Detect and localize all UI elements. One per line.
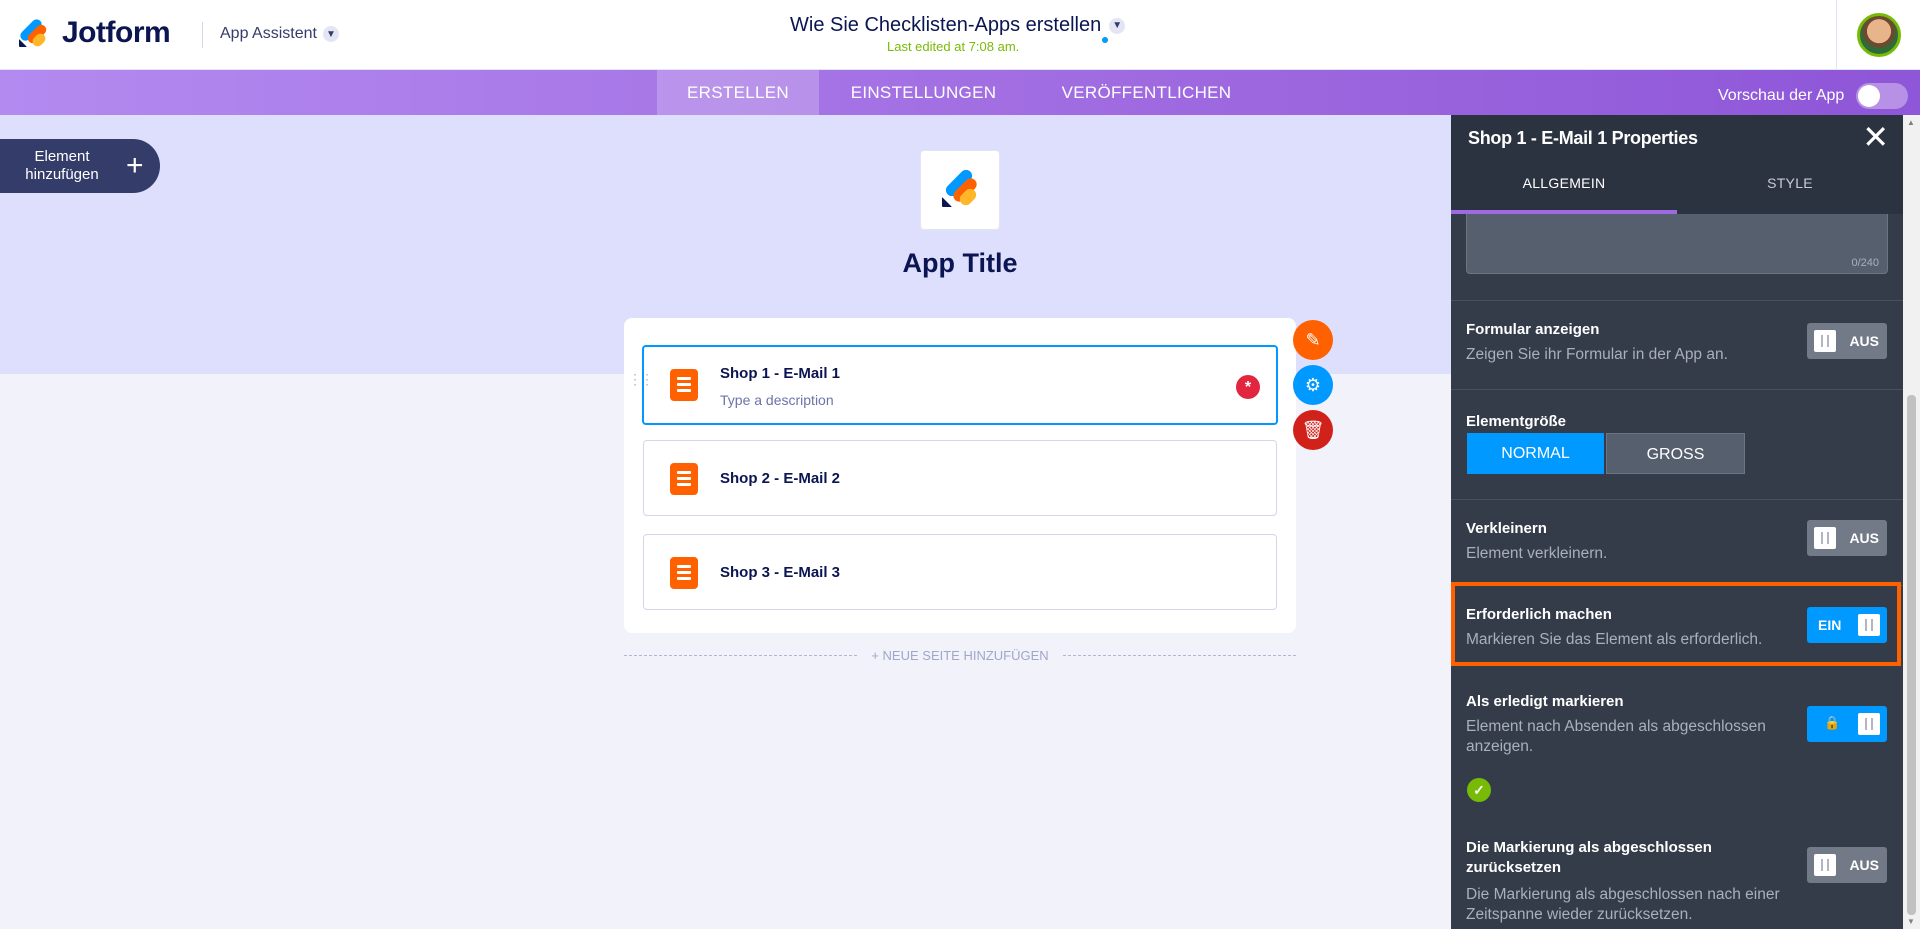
description-textarea[interactable]: 0/240 [1466,214,1888,274]
header-divider [202,22,203,48]
tab-style[interactable]: STYLE [1677,159,1903,214]
app-icon[interactable] [920,150,1000,230]
drag-handle-icon[interactable]: ⋮⋮ [628,372,654,386]
chevron-down-icon[interactable]: ▼ [1109,17,1126,34]
item-name: Shop 1 - E-Mail 1 [720,365,841,382]
form-icon [670,369,698,401]
item-name: Shop 3 - E-Mail 3 [720,564,841,581]
toggle-knob [1858,713,1880,735]
form-icon [670,463,698,495]
builder-nav: ERSTELLEN EINSTELLUNGEN VERÖFFENTLICHEN … [0,70,1920,115]
prop-description: Element nach Absenden als abgeschlossen … [1466,718,1766,755]
preview-switch[interactable] [1856,83,1909,109]
top-header: Jotform App Assistent ▼ Wie Sie Checklis… [0,0,1920,70]
scroll-up-icon[interactable]: ▲ [1907,118,1915,127]
shrink-toggle[interactable]: AUS [1807,520,1887,556]
tab-allgemein[interactable]: ALLGEMEIN [1451,159,1677,214]
panel-scrollbar[interactable]: ▲ ▼ [1903,115,1920,929]
prop-title: Verkleinern [1466,520,1547,537]
form-edit-icon: ✎ [1305,329,1321,350]
add-element-button[interactable]: Element hinzufügen + [0,139,160,193]
toggle-knob [1814,330,1836,352]
add-element-label: Element hinzufügen [25,148,99,183]
trash-icon: 🗑 [1301,419,1325,440]
app-page: Shop 1 - E-Mail 1 Type a description * S… [624,318,1296,633]
highlight-box [1451,582,1901,666]
app-title[interactable]: App Title [860,248,1060,279]
toggle-knob [1814,854,1836,876]
unsaved-indicator [1102,37,1108,43]
scroll-down-icon[interactable]: ▼ [1907,917,1915,926]
panel-tabs: ALLGEMEIN STYLE [1451,159,1903,214]
properties-button[interactable]: ⚙ [1293,365,1333,405]
size-gross-button[interactable]: GROSS [1606,433,1745,474]
user-menu[interactable] [1836,0,1920,70]
add-new-page[interactable]: + NEUE SEITE HINZUFÜGEN [624,648,1297,663]
item-name: Shop 2 - E-Mail 2 [720,470,841,487]
preview-label: Vorschau der App [1718,87,1845,104]
tab-erstellen[interactable]: ERSTELLEN [657,70,819,115]
edit-form-button[interactable]: ✎ [1293,320,1333,360]
jotform-logo[interactable]: Jotform [18,16,171,50]
size-normal-button[interactable]: NORMAL [1467,433,1604,474]
panel-title: Shop 1 - E-Mail 1 Properties [1468,128,1698,148]
check-icon: ✓ [1467,778,1491,802]
toggle-label: AUS [1849,333,1879,349]
avatar[interactable] [1856,13,1901,57]
prop-title: Die Markierung als abgeschlossen zurücks… [1466,839,1712,876]
reset-done-toggle[interactable]: AUS [1807,847,1887,883]
scroll-thumb[interactable] [1907,395,1916,915]
divider [624,655,858,656]
list-item[interactable]: Shop 1 - E-Mail 1 Type a description * [642,345,1278,425]
close-icon[interactable]: ✕ [1862,121,1889,153]
gear-icon: ⚙ [1304,374,1322,395]
add-new-page-label: + NEUE SEITE HINZUFÜGEN [871,648,1049,663]
plus-icon: + [126,149,144,182]
app-preview-toggle[interactable]: Vorschau der App [1718,83,1909,109]
prop-description: Element verkleinern. [1466,545,1608,562]
chevron-down-icon: ▼ [322,26,339,42]
form-icon [670,557,698,589]
last-edited-status: Last edited at 7:08 am. [887,39,1020,54]
prop-description: Zeigen Sie ihr Formular in der App an. [1466,346,1728,363]
document-title-text: Wie Sie Checklisten-Apps erstellen [790,14,1102,36]
list-item[interactable]: Shop 3 - E-Mail 3 [643,534,1277,610]
prop-description: Die Markierung als abgeschlossen nach ei… [1466,886,1780,923]
toggle-label: AUS [1849,857,1879,873]
document-title[interactable]: Wie Sie Checklisten-Apps erstellen ▼ [790,14,1126,37]
toggle-knob [1814,527,1836,549]
jotform-logo-icon [18,17,50,49]
tab-einstellungen[interactable]: EINSTELLUNGEN [819,70,1028,115]
app-assistant-label: App Assistent [220,25,317,42]
list-item[interactable]: Shop 2 - E-Mail 2 [643,440,1277,516]
required-asterisk-icon: * [1236,375,1260,399]
delete-button[interactable]: 🗑 [1293,410,1333,450]
prop-title: Elementgröße [1466,413,1567,430]
char-count: 0/240 [1851,257,1879,269]
prop-title: Formular anzeigen [1466,321,1600,338]
prop-title: Als erledigt markieren [1466,693,1624,710]
lock-icon: 🔒 [1824,715,1841,730]
mark-done-toggle[interactable]: 🔒 [1807,706,1887,742]
show-form-toggle[interactable]: AUS [1807,323,1887,359]
brand-name: Jotform [62,16,171,49]
toggle-label: AUS [1849,530,1879,546]
jotform-logo-icon [941,167,981,209]
tab-veroeffentlichen[interactable]: VERÖFFENTLICHEN [1028,70,1265,115]
item-description[interactable]: Type a description [720,392,834,408]
divider [1062,655,1297,656]
app-assistant-dropdown[interactable]: App Assistent ▼ [220,25,339,43]
